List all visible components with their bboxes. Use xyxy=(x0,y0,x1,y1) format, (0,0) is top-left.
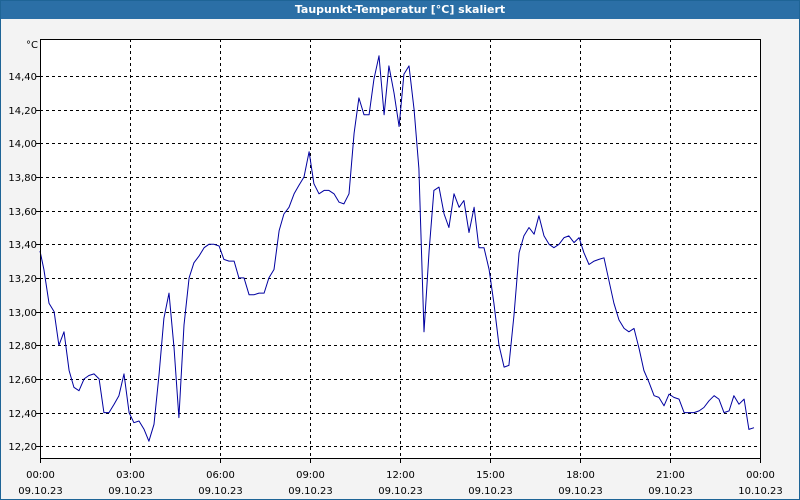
x-tick-time-label: 06:00 xyxy=(206,470,235,481)
x-tick-date-label: 09.10.23 xyxy=(198,486,243,497)
y-tick-label: 14,00 xyxy=(8,139,37,150)
x-tick-time-label: 03:00 xyxy=(116,470,145,481)
y-tick-label: 12,60 xyxy=(8,375,37,386)
chart-canvas: 12,20 12,40 12,60 12,80 13,00 13,20 13,40 13,60… xyxy=(8,39,783,497)
y-tick-label: 13,60 xyxy=(8,207,37,218)
y-tick-label: 12,80 xyxy=(8,341,37,352)
x-tick-date-label: 09.10.23 xyxy=(558,486,603,497)
y-tick-label: 13,20 xyxy=(8,274,37,285)
x-tick-date-label: 09.10.23 xyxy=(378,486,423,497)
y-tick-label: 13,00 xyxy=(8,308,37,319)
y-tick-label: 12,20 xyxy=(8,442,37,453)
y-axis-unit-label: °C xyxy=(26,40,38,51)
x-tick-date-label: 10.10.23 xyxy=(738,486,783,497)
x-tick-time-label: 00:00 xyxy=(746,470,775,481)
x-tick-time-label: 00:00 xyxy=(26,470,55,481)
x-tick-date-label: 09.10.23 xyxy=(288,486,333,497)
x-tick-time-label: 15:00 xyxy=(476,470,505,481)
x-tick-date-label: 09.10.23 xyxy=(468,486,513,497)
y-tick-label: 14,40 xyxy=(8,72,37,83)
x-tick-time-label: 21:00 xyxy=(656,470,685,481)
y-tick-label: 14,20 xyxy=(8,106,37,117)
y-tick-label: 13,80 xyxy=(8,173,37,184)
x-tick-time-label: 18:00 xyxy=(566,470,595,481)
x-tick-date-label: 09.10.23 xyxy=(648,486,693,497)
x-tick-date-label: 09.10.23 xyxy=(18,486,63,497)
x-tick-date-label: 09.10.23 xyxy=(108,486,153,497)
y-tick-label: 13,40 xyxy=(8,240,37,251)
x-tick-time-label: 09:00 xyxy=(296,470,325,481)
y-tick-label: 12,40 xyxy=(8,409,37,420)
x-tick-time-label: 12:00 xyxy=(386,470,415,481)
